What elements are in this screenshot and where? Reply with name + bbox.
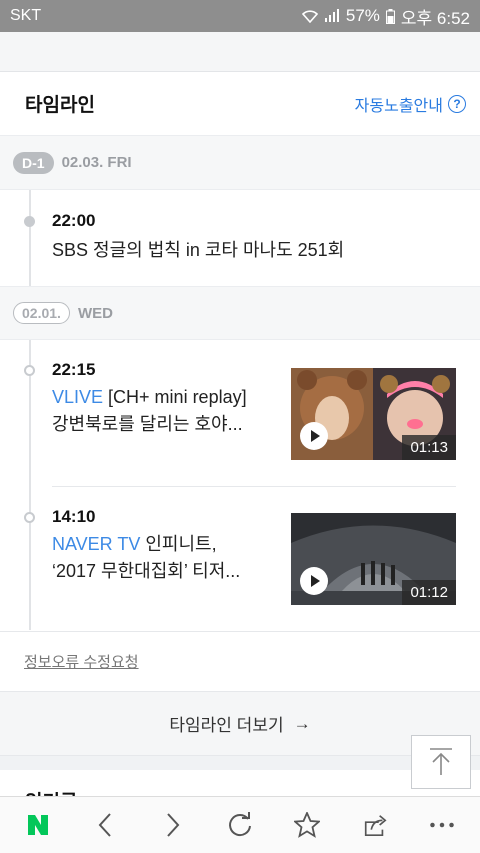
cut-text-fragment — [230, 32, 280, 35]
timeline-entry[interactable]: 22:15 VLIVE [CH+ mini replay] 강변북로를 달리는 … — [0, 360, 300, 438]
video-thumbnail[interactable]: 01:12 — [291, 513, 456, 605]
date-label: 02.03. FRI — [61, 154, 132, 171]
entry-title: [CH+ mini replay] — [108, 387, 247, 407]
timeline-group: 22:15 VLIVE [CH+ mini replay] 강변북로를 달리는 … — [0, 340, 480, 630]
status-bar: SKT 57% 오후 6:52 — [0, 0, 480, 32]
previous-content-strip — [0, 32, 480, 72]
entry-time: 14:10 — [52, 507, 96, 526]
help-icon: ? — [448, 94, 466, 113]
battery-percent: 57% — [345, 6, 380, 25]
entry-time: 22:15 — [52, 360, 96, 379]
entry-text-line2: 강변북로를 달리는 호야... — [52, 414, 243, 434]
timeline-header: 타임라인 자동노출안내 ? — [0, 72, 480, 136]
chevron-left-icon[interactable] — [92, 813, 118, 837]
clock: 오후 6:52 — [400, 8, 470, 28]
entry-text-line1: VLIVE [CH+ mini replay] — [52, 384, 300, 411]
more-label: 타임라인 더보기 — [169, 716, 284, 735]
battery-icon — [385, 8, 395, 24]
video-duration: 01:13 — [402, 435, 456, 460]
entry-text-line1: NAVER TV 인피니트, — [52, 531, 300, 558]
carrier-label: SKT — [10, 7, 42, 24]
timeline-title: 타임라인 — [25, 95, 95, 116]
naver-logo-icon[interactable] — [25, 813, 51, 837]
signal-icon — [324, 9, 340, 23]
timeline-entry[interactable]: 14:10 NAVER TV 인피니트, ‘2017 무한대집회’ 티저... — [0, 507, 300, 585]
arrow-up-icon — [430, 748, 452, 775]
entry-time: 22:00 — [52, 211, 96, 230]
timeline-group: 22:00 SBS 정글의 법칙 in 코타 마나도 251회 — [0, 190, 480, 286]
date-row: 02.01. WED — [0, 286, 480, 340]
browser-toolbar — [0, 796, 480, 853]
arrow-right-icon: → — [293, 713, 311, 733]
timeline-entry[interactable]: 22:00 SBS 정글의 법칙 in 코타 마나도 251회 — [0, 190, 480, 264]
play-icon — [300, 567, 328, 595]
section-divider — [0, 631, 480, 632]
scroll-to-top-button[interactable] — [411, 735, 471, 789]
report-error-link[interactable]: 정보오류 수정요청 — [24, 651, 139, 672]
timeline-more-button[interactable]: 타임라인 더보기 → — [0, 692, 480, 756]
video-thumbnail[interactable]: 01:13 — [291, 368, 456, 460]
date-label: WED — [77, 304, 113, 322]
date-row: D-1 02.03. FRI — [0, 136, 480, 190]
entry-divider — [52, 486, 456, 487]
video-duration: 01:12 — [402, 580, 456, 605]
wifi-icon — [301, 9, 318, 23]
source-label: VLIVE — [52, 387, 104, 407]
share-icon[interactable] — [362, 813, 388, 837]
refresh-icon[interactable] — [227, 812, 253, 837]
date-badge: 02.01. — [13, 302, 70, 324]
entry-text-line2: ‘2017 무한대집회’ 티저... — [52, 561, 241, 581]
source-label: NAVER TV — [52, 534, 141, 554]
d-day-badge: D-1 — [13, 151, 54, 174]
entry-title: 인피니트, — [145, 534, 217, 554]
play-icon — [300, 422, 328, 450]
notice-label: 자동노출안내 — [354, 97, 443, 115]
chevron-right-icon[interactable] — [160, 813, 186, 837]
star-icon[interactable] — [294, 812, 321, 838]
auto-exposure-notice-link[interactable]: 자동노출안내 ? — [355, 92, 466, 116]
timeline-card: 타임라인 자동노출안내 ? D-1 02.03. FRI 22:00 SBS 정… — [0, 72, 480, 692]
entry-text: SBS 정글의 법칙 in 코타 마나도 251회 — [52, 240, 345, 260]
more-icon[interactable] — [429, 813, 455, 837]
